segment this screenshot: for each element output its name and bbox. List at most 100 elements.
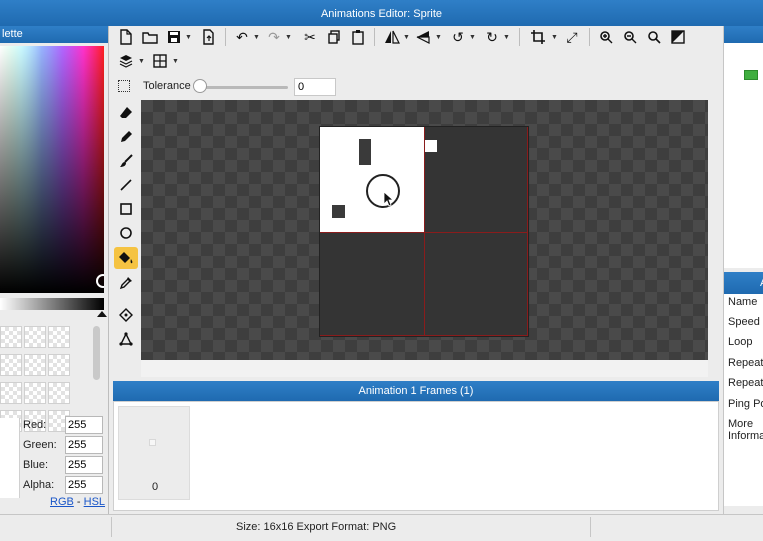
- mode-separator: -: [73, 496, 84, 508]
- palette-swatch[interactable]: [24, 382, 46, 404]
- tolerance-slider-track[interactable]: [198, 86, 288, 89]
- palette-scrollbar[interactable]: [93, 326, 100, 380]
- palette-swatch[interactable]: [24, 354, 46, 376]
- toolbar-separator: [589, 28, 590, 46]
- color-mode-links: RGB - HSL: [50, 496, 105, 508]
- new-file-icon[interactable]: [117, 28, 135, 46]
- prop-repeat-2[interactable]: Repeat: [728, 377, 763, 389]
- prop-name[interactable]: Name: [728, 296, 757, 308]
- eyedropper-icon[interactable]: [114, 272, 138, 294]
- cut-icon[interactable]: ✂: [301, 28, 319, 46]
- frame-number: 0: [151, 481, 159, 493]
- frame-thumbnail[interactable]: 0: [118, 406, 190, 500]
- prop-ping-pong[interactable]: Ping Po: [728, 398, 763, 410]
- canvas-scroll-area[interactable]: [141, 360, 708, 377]
- rotate-ccw-dropdown-caret[interactable]: ▼: [469, 34, 476, 41]
- brush-icon[interactable]: [114, 150, 138, 172]
- zoom-out-icon[interactable]: [621, 28, 639, 46]
- animation-item-icon[interactable]: [744, 70, 758, 80]
- mouse-pointer-icon: [383, 191, 395, 210]
- crop-dropdown-caret[interactable]: ▼: [551, 34, 558, 41]
- paste-icon[interactable]: [349, 28, 367, 46]
- palette-swatch[interactable]: [0, 382, 22, 404]
- eraser-icon[interactable]: [114, 102, 138, 124]
- blue-row: Blue:: [0, 456, 109, 476]
- red-row: Red:: [0, 416, 109, 436]
- frames-panel-header: Animation 1 Frames (1): [113, 381, 719, 401]
- prop-information[interactable]: Informa: [728, 430, 763, 442]
- fill-bucket-icon[interactable]: [114, 247, 138, 269]
- zoom-fit-icon[interactable]: [645, 28, 663, 46]
- flip-horizontal-icon[interactable]: [383, 28, 401, 46]
- sprite-canvas[interactable]: [319, 126, 529, 337]
- hsl-link[interactable]: HSL: [84, 496, 105, 508]
- open-folder-icon[interactable]: [141, 28, 159, 46]
- frames-panel: 0: [113, 401, 719, 511]
- rotate-cw-icon[interactable]: ↻: [483, 28, 501, 46]
- move-icon[interactable]: [114, 304, 138, 326]
- tolerance-slider-thumb[interactable]: [193, 79, 207, 93]
- export-icon[interactable]: [199, 28, 217, 46]
- alpha-input[interactable]: [65, 476, 103, 494]
- palette-swatch[interactable]: [0, 354, 22, 376]
- save-icon[interactable]: [165, 28, 183, 46]
- flip-vertical-icon[interactable]: [415, 28, 433, 46]
- animation-list: [724, 43, 763, 268]
- prop-repeat[interactable]: Repeat: [728, 357, 763, 369]
- layers-icon[interactable]: [117, 52, 135, 70]
- shape-icon[interactable]: [114, 328, 138, 350]
- undo-icon[interactable]: ↶: [233, 28, 251, 46]
- rotate-cw-dropdown-caret[interactable]: ▼: [503, 34, 510, 41]
- palette-swatch[interactable]: [0, 326, 22, 348]
- redo-dropdown-caret[interactable]: ▼: [285, 34, 292, 41]
- ellipse-icon[interactable]: [114, 222, 138, 244]
- grid-icon[interactable]: [151, 52, 169, 70]
- tool-options-bar: Tolerance: [111, 76, 723, 98]
- frame-preview: [149, 439, 156, 446]
- prop-more[interactable]: More: [728, 418, 753, 430]
- palette-swatch[interactable]: [48, 382, 70, 404]
- grid-dropdown-caret[interactable]: ▼: [172, 58, 179, 65]
- green-input[interactable]: [65, 436, 103, 454]
- color-picker-field[interactable]: [0, 46, 104, 293]
- status-text: Size: 16x16 Export Format: PNG: [236, 521, 397, 533]
- palette-panel: lette Red: Green: Blue: Alpha: RGB - HSL: [0, 26, 109, 514]
- line-icon[interactable]: [114, 174, 138, 196]
- grid-line-horizontal: [320, 232, 528, 233]
- brightness-marker[interactable]: [97, 311, 107, 317]
- toolbar-separator: [225, 28, 226, 46]
- copy-icon[interactable]: [325, 28, 343, 46]
- flip-h-dropdown-caret[interactable]: ▼: [403, 34, 410, 41]
- prop-speed[interactable]: Speed: [728, 316, 760, 328]
- dark-pixel-block: [359, 139, 371, 165]
- palette-swatch[interactable]: [24, 326, 46, 348]
- selection-icon[interactable]: [118, 80, 130, 92]
- drawing-canvas[interactable]: [141, 100, 708, 360]
- zoom-in-icon[interactable]: [597, 28, 615, 46]
- blue-input[interactable]: [65, 456, 103, 474]
- undo-dropdown-caret[interactable]: ▼: [253, 34, 260, 41]
- redo-icon[interactable]: ↷: [265, 28, 283, 46]
- prop-loop[interactable]: Loop: [728, 336, 752, 348]
- alpha-label: Alpha:: [23, 479, 55, 491]
- alpha-row: Alpha:: [0, 476, 109, 496]
- red-input[interactable]: [65, 416, 103, 434]
- tolerance-label: Tolerance: [143, 80, 191, 92]
- palette-swatch[interactable]: [48, 354, 70, 376]
- tolerance-input[interactable]: [294, 78, 336, 96]
- resize-icon[interactable]: ⤢: [563, 28, 581, 46]
- toggle-background-icon[interactable]: [669, 28, 687, 46]
- brightness-strip[interactable]: [0, 298, 104, 310]
- pencil-icon[interactable]: [114, 126, 138, 148]
- rectangle-icon[interactable]: [114, 198, 138, 220]
- palette-swatch[interactable]: [48, 326, 70, 348]
- green-row: Green:: [0, 436, 109, 456]
- flip-v-dropdown-caret[interactable]: ▼: [435, 34, 442, 41]
- rotate-ccw-icon[interactable]: ↺: [449, 28, 467, 46]
- save-dropdown-caret[interactable]: ▼: [185, 34, 192, 41]
- color-picker-cursor[interactable]: [96, 274, 104, 288]
- rgb-link[interactable]: RGB: [50, 496, 74, 508]
- crop-icon[interactable]: [529, 28, 547, 46]
- properties-header: A: [724, 272, 763, 294]
- layers-dropdown-caret[interactable]: ▼: [138, 58, 145, 65]
